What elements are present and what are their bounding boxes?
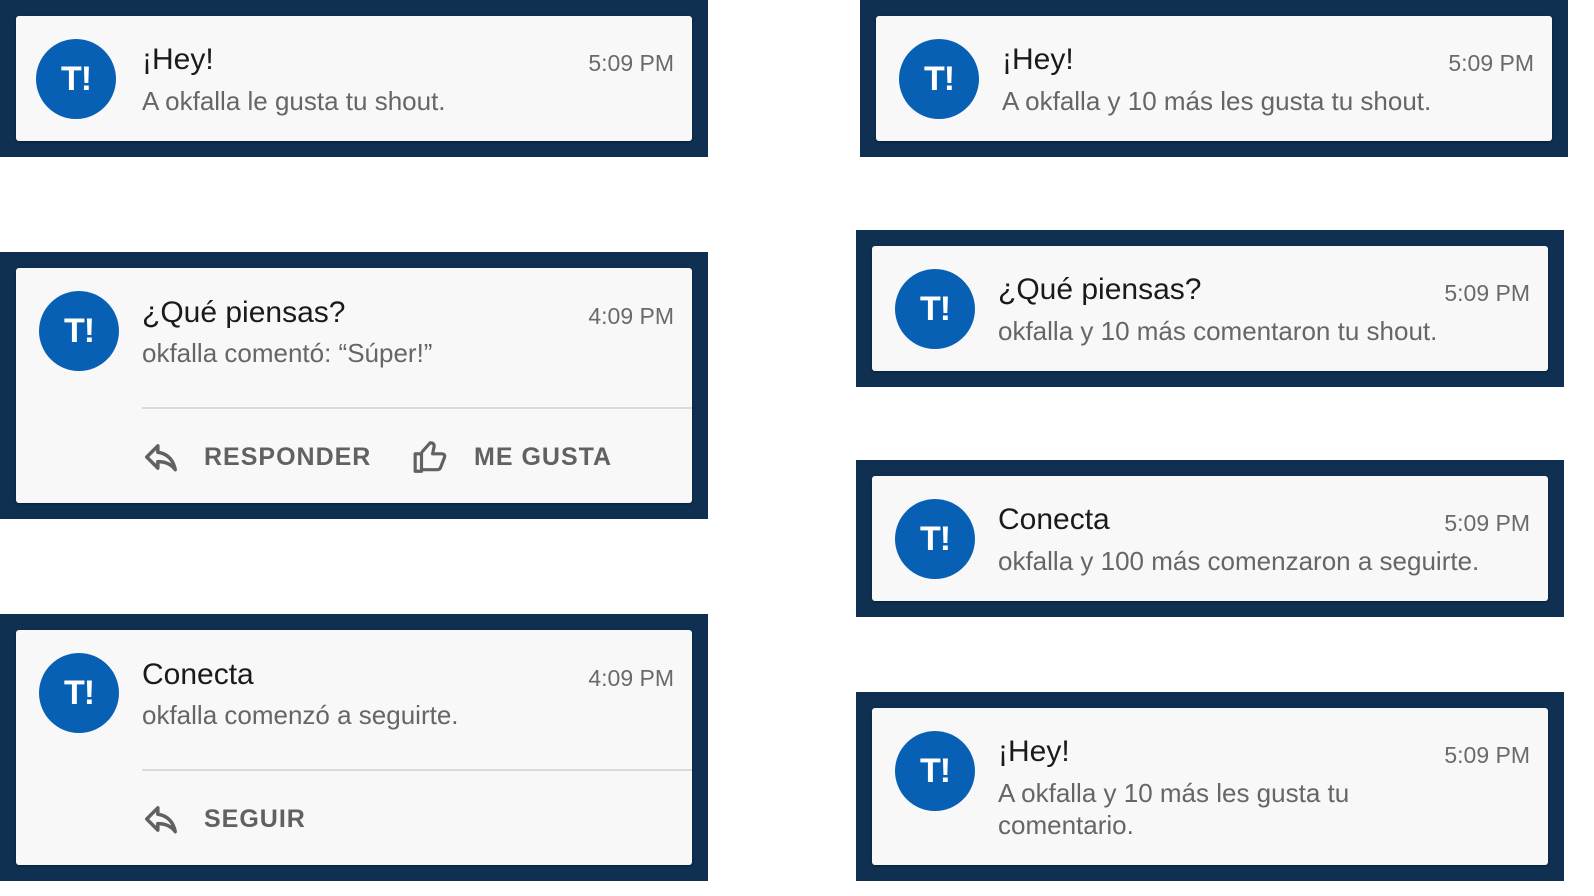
notification-body: okfalla comentó: “Súper!” [142,338,433,368]
app-avatar: T! [895,269,975,349]
app-avatar: T! [899,39,979,119]
app-avatar: T! [895,731,975,811]
notification-title: ¡Hey! [998,735,1070,768]
app-avatar: T! [895,499,975,579]
notification-time: 5:09 PM [1444,510,1530,536]
notification-time: 5:09 PM [1444,742,1530,768]
notification-time: 5:09 PM [1444,280,1530,306]
notification-body: A okfalla y 10 más les gusta tu comentar… [998,778,1350,840]
notification-title: ¡Hey! [142,43,214,76]
notification-time: 5:09 PM [588,50,674,76]
like-label: ME GUSTA [474,442,613,471]
notification-frame: T! ¡Hey! 5:09 PM A okfalla le gusta tu s… [0,0,708,157]
notification-title: Conecta [998,503,1110,536]
notification-title: ¡Hey! [1002,43,1074,76]
reply-label: RESPONDER [204,442,372,471]
app-avatar: T! [39,653,119,733]
notification-card[interactable]: T! Conecta 4:09 PM okfalla comenzó a seg… [16,630,692,865]
follow-label: SEGUIR [204,804,306,833]
notification-time: 5:09 PM [1448,50,1534,76]
notification-card[interactable]: T! ¿Qué piensas? 5:09 PM okfalla y 10 má… [872,246,1548,371]
notification-frame: T! ¡Hey! 5:09 PM A okfalla y 10 más les … [856,692,1564,881]
notification-frame: T! ¿Qué piensas? 5:09 PM okfalla y 10 má… [856,230,1564,387]
follow-button[interactable]: SEGUIR [142,800,306,838]
thumbs-up-icon [413,441,447,473]
notification-time: 4:09 PM [588,665,674,691]
notification-frame: T! ¡Hey! 5:09 PM A okfalla y 10 más les … [860,0,1568,157]
notification-card[interactable]: T! ¡Hey! 5:09 PM A okfalla y 10 más les … [876,16,1552,141]
notification-frame: T! Conecta 4:09 PM okfalla comenzó a seg… [0,614,708,881]
notification-title: ¿Qué piensas? [142,296,346,329]
notification-card[interactable]: T! ¡Hey! 5:09 PM A okfalla le gusta tu s… [16,16,692,141]
notification-frame: T! ¿Qué piensas? 4:09 PM okfalla comentó… [0,252,708,519]
actions-divider [142,407,692,409]
notification-frame: T! Conecta 5:09 PM okfalla y 100 más com… [856,460,1564,617]
notification-card[interactable]: T! ¿Qué piensas? 4:09 PM okfalla comentó… [16,268,692,503]
notification-body: A okfalla le gusta tu shout. [142,86,446,116]
notification-title: ¿Qué piensas? [998,273,1202,306]
notification-card[interactable]: T! Conecta 5:09 PM okfalla y 100 más com… [872,476,1548,601]
notification-card[interactable]: T! ¡Hey! 5:09 PM A okfalla y 10 más les … [872,708,1548,865]
reply-button[interactable]: RESPONDER [142,438,371,476]
like-button[interactable]: ME GUSTA [412,438,612,476]
reply-icon [145,444,177,472]
reply-icon [145,806,177,834]
notification-body: okfalla y 100 más comenzaron a seguirte. [998,546,1480,576]
notification-title: Conecta [142,658,254,691]
actions-divider [142,769,692,771]
notification-body: okfalla comenzó a seguirte. [142,700,459,730]
notification-time: 4:09 PM [588,303,674,329]
app-avatar: T! [39,291,119,371]
notification-body: okfalla y 10 más comentaron tu shout. [998,316,1438,346]
notification-body: A okfalla y 10 más les gusta tu shout. [1002,86,1432,116]
app-avatar: T! [36,39,116,119]
